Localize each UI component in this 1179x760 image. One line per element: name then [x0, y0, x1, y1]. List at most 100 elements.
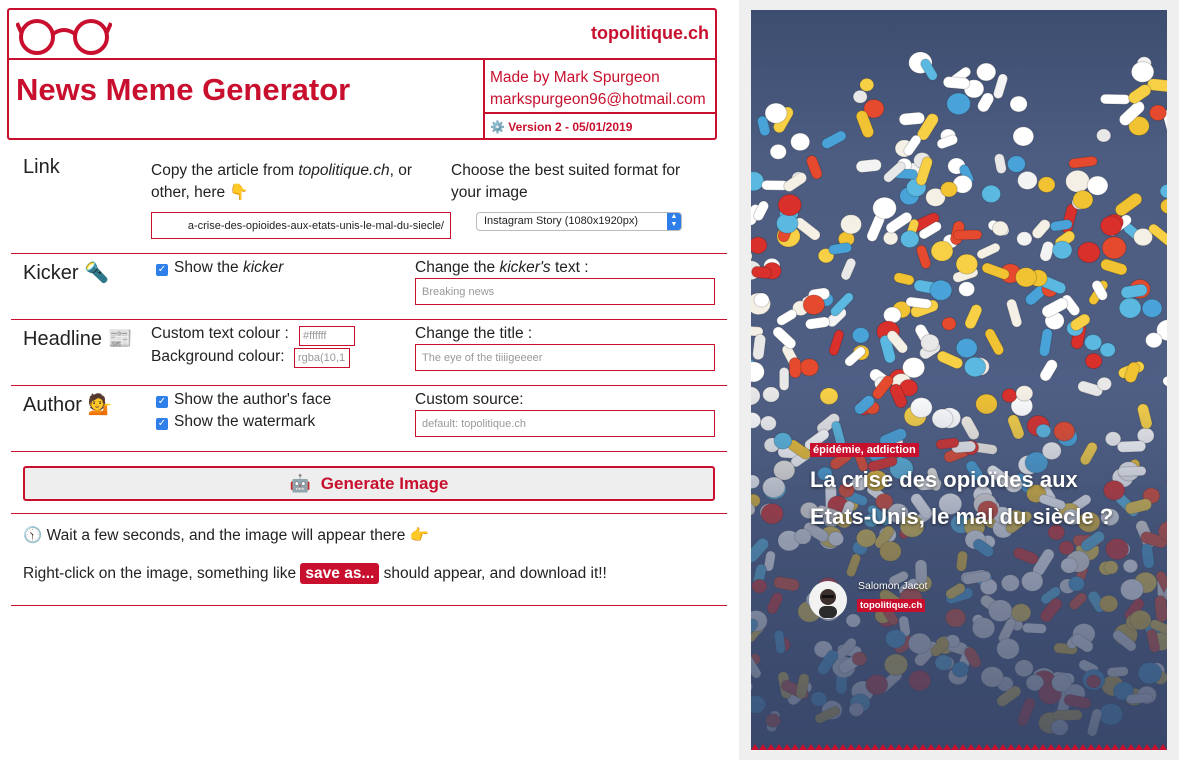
pill	[946, 92, 971, 116]
pill	[1099, 93, 1131, 105]
pill	[753, 292, 770, 308]
pill	[916, 244, 932, 269]
pill	[1039, 359, 1058, 382]
pill	[1099, 342, 1116, 358]
pill	[1096, 128, 1112, 143]
story-kicker: épidémie, addiction	[810, 443, 919, 457]
kicker-text-input[interactable]: Breaking news	[415, 278, 715, 305]
format-select[interactable]: Instagram Story (1080x1920px) ▲ ▼	[476, 212, 682, 231]
story-headline: La crise des opioïdes aux Etats-Unis, le…	[810, 467, 1114, 529]
pill	[1118, 297, 1142, 319]
author-email: markspurgeon96@hotmail.com	[490, 91, 706, 108]
show-kicker-checkbox[interactable]: ✓	[156, 264, 168, 276]
author-label: Author 💁	[23, 394, 113, 416]
copy-site: topolitique.ch	[298, 162, 390, 179]
pill	[1016, 231, 1033, 247]
pill	[952, 229, 983, 241]
pill	[1159, 183, 1167, 199]
save-as-badge: save as...	[300, 563, 380, 584]
pill	[852, 89, 868, 104]
pill	[777, 193, 802, 217]
pill	[964, 304, 983, 330]
pill	[840, 257, 857, 281]
author-credit: Made by Mark Spurgeon	[490, 69, 660, 86]
pill	[1130, 61, 1155, 83]
pill	[955, 253, 979, 275]
generated-story-image[interactable]: épidémie, addiction La crise des opioïde…	[751, 10, 1167, 750]
pill	[778, 366, 790, 391]
pill	[955, 337, 978, 359]
pill	[752, 333, 767, 361]
pill	[1096, 376, 1113, 391]
headline-label: Headline 📰	[23, 328, 133, 350]
text-colour-input[interactable]: #ffffff	[299, 326, 355, 346]
pill	[976, 242, 1001, 260]
show-watermark-checkbox[interactable]: ✓	[156, 418, 168, 430]
article-url-input[interactable]: a-crise-des-opioides-aux-etats-unis-le-m…	[151, 212, 451, 239]
pill	[1052, 240, 1073, 260]
bg-colour-label: Background colour:	[151, 348, 285, 365]
show-kicker-label: Show the kicker	[174, 259, 284, 276]
pill	[1160, 198, 1167, 214]
custom-source-input[interactable]: default: topolitique.ch	[415, 410, 715, 437]
pill	[802, 294, 826, 316]
pill	[1141, 298, 1163, 318]
generate-section	[11, 452, 727, 514]
pill	[788, 357, 802, 379]
header-credits: Made by Mark Spurgeon markspurgeon96@hot…	[483, 60, 715, 138]
pill	[1031, 219, 1051, 240]
pill	[984, 328, 1005, 356]
pill	[799, 358, 820, 377]
headline-section: Headline 📰 Custom text colour : #ffffff …	[11, 320, 727, 386]
pill	[821, 130, 847, 150]
pill	[1124, 361, 1141, 384]
link-label: Link	[23, 156, 60, 178]
site-name: topolitique.ch	[591, 23, 709, 43]
link-section: Link Copy the article from topolitique.c…	[11, 150, 727, 254]
change-title-label: Change the title :	[415, 325, 533, 342]
pill	[993, 153, 1007, 175]
select-arrows-icon: ▲ ▼	[667, 213, 681, 230]
pill	[981, 184, 1002, 204]
zigzag-border	[751, 744, 1167, 750]
pill	[976, 62, 997, 82]
pill	[1077, 241, 1101, 264]
pill	[1072, 189, 1094, 210]
pill	[855, 158, 882, 173]
title-input[interactable]: The eye of the tiiiigeeeer	[415, 344, 715, 371]
story-source-watermark: topolitique.ch	[857, 599, 926, 612]
pill	[930, 240, 954, 262]
pill	[769, 143, 787, 160]
story-author-name: Salomon Jacot	[858, 580, 928, 592]
pill	[1084, 334, 1103, 351]
pill	[751, 265, 773, 280]
pill	[790, 132, 811, 152]
author-face-avatar	[809, 581, 847, 619]
author-section: Author 💁 ✓ Show the author's face ✓ Show…	[11, 386, 727, 452]
format-select-value: Instagram Story (1080x1920px)	[484, 215, 639, 227]
bg-colour-input[interactable]: rgba(10,1	[294, 348, 350, 368]
preview-panel: épidémie, addiction La crise des opioïde…	[739, 0, 1179, 760]
show-face-label: Show the author's face	[174, 391, 332, 408]
format-hint: Choose the best suited format for your i…	[451, 162, 681, 201]
pill	[764, 102, 788, 124]
pill	[1101, 236, 1127, 260]
show-face-checkbox[interactable]: ✓	[156, 396, 168, 408]
pill	[958, 281, 976, 297]
pill	[1006, 155, 1026, 173]
pill	[1065, 169, 1091, 193]
pill	[1100, 258, 1128, 276]
pill	[872, 196, 897, 220]
header-box: topolitique.ch News Meme Generator Made …	[7, 8, 717, 140]
page-title: News Meme Generator	[16, 72, 351, 107]
pill	[1086, 175, 1109, 196]
pill	[828, 329, 845, 356]
copy-instructions: Copy the article from topolitique.ch, or…	[151, 162, 413, 201]
pill	[806, 155, 823, 180]
pill	[1017, 170, 1038, 190]
pill	[1114, 192, 1143, 217]
pill	[859, 77, 875, 92]
version-row: ⚙️ Version 2 - 05/01/2019	[485, 112, 715, 138]
pill	[751, 361, 765, 383]
pill	[776, 309, 798, 326]
